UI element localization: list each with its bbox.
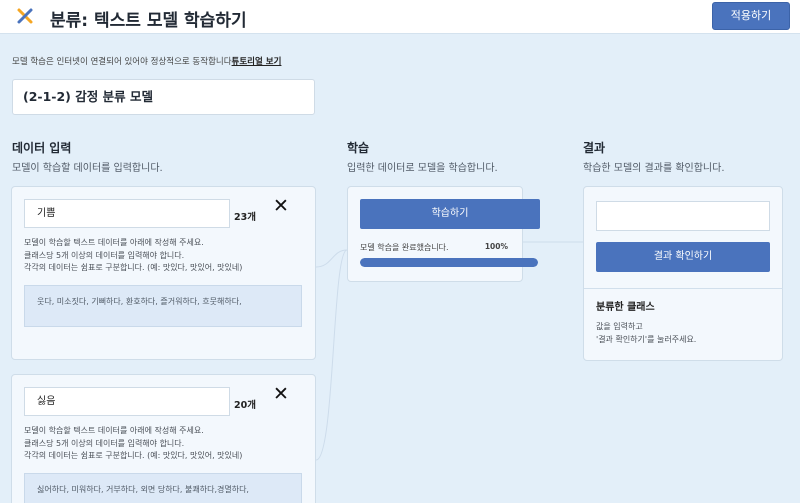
train-status: 모델 학습을 완료했습니다. [360, 243, 449, 252]
check-result-button[interactable]: 결과 확인하기 [596, 242, 770, 272]
result-hint: 값을 입력하고 '결과 확인하기'를 눌러주세요. [596, 322, 697, 344]
class-name-input[interactable]: 기쁨 [24, 199, 230, 228]
classified-class-title: 분류한 클래스 [596, 302, 655, 313]
data-count: 23개 [234, 212, 256, 223]
result-section-subtitle: 학습한 모델의 결과를 확인합니다. [583, 163, 725, 174]
data-count: 20개 [234, 400, 256, 411]
input-section-title: 데이터 입력 [12, 141, 72, 155]
class-card: 싫음 20개 ✕ 모델이 학습할 텍스트 데이터를 아래에 작성해 주세요. 클… [11, 374, 316, 503]
sample-data-textarea[interactable]: 싫어하다, 미워하다, 거부하다, 외면 당하다, 불쾌하다,경멸하다, [24, 473, 302, 503]
sample-data-textarea[interactable]: 웃다, 미소짓다, 기뻐하다, 환호하다, 즐거워하다, 흐뭇해하다, [24, 285, 302, 327]
train-section-subtitle: 입력한 데이터로 모델을 학습합니다. [347, 163, 498, 174]
result-card: 결과 확인하기 분류한 클래스 값을 입력하고 '결과 확인하기'를 눌러주세요… [583, 186, 783, 361]
progress-percent: 100% [484, 242, 508, 251]
model-name-field[interactable]: (2-1-2) 감정 분류 모델 [12, 79, 315, 115]
tutorial-link[interactable]: 튜토리얼 보기 [232, 57, 282, 67]
page-title: 분류: 텍스트 모델 학습하기 [50, 11, 247, 31]
top-bar: 분류: 텍스트 모델 학습하기 적용하기 [0, 0, 800, 34]
progress-bar-fill [360, 258, 538, 267]
input-section-subtitle: 모델이 학습할 데이터를 입력합니다. [12, 163, 163, 174]
close-icon[interactable]: ✕ [273, 385, 289, 404]
close-icon[interactable]: ✕ [273, 197, 289, 216]
class-name-input[interactable]: 싫음 [24, 387, 230, 416]
class-instructions: 모델이 학습할 텍스트 데이터를 아래에 작성해 주세요. 클래스당 5개 이상… [24, 426, 243, 460]
train-card: 학습하기 모델 학습을 완료했습니다. 100% [347, 186, 540, 282]
divider [584, 288, 783, 289]
apply-button[interactable]: 적용하기 [712, 2, 790, 30]
notice-text: 모델 학습은 인터넷이 연결되어 있어야 정상적으로 동작합니다 [12, 57, 232, 67]
app-logo-icon [17, 8, 33, 24]
class-instructions: 모델이 학습할 텍스트 데이터를 아래에 작성해 주세요. 클래스당 5개 이상… [24, 238, 243, 272]
result-section-title: 결과 [583, 141, 606, 155]
class-card: 기쁨 23개 ✕ 모델이 학습할 텍스트 데이터를 아래에 작성해 주세요. 클… [11, 186, 316, 360]
progress-bar [360, 258, 538, 267]
result-text-input[interactable] [596, 201, 770, 231]
train-button[interactable]: 학습하기 [360, 199, 540, 229]
internet-notice: 모델 학습은 인터넷이 연결되어 있어야 정상적으로 동작합니다튜토리얼 보기 [12, 55, 281, 67]
train-section-title: 학습 [347, 141, 370, 155]
